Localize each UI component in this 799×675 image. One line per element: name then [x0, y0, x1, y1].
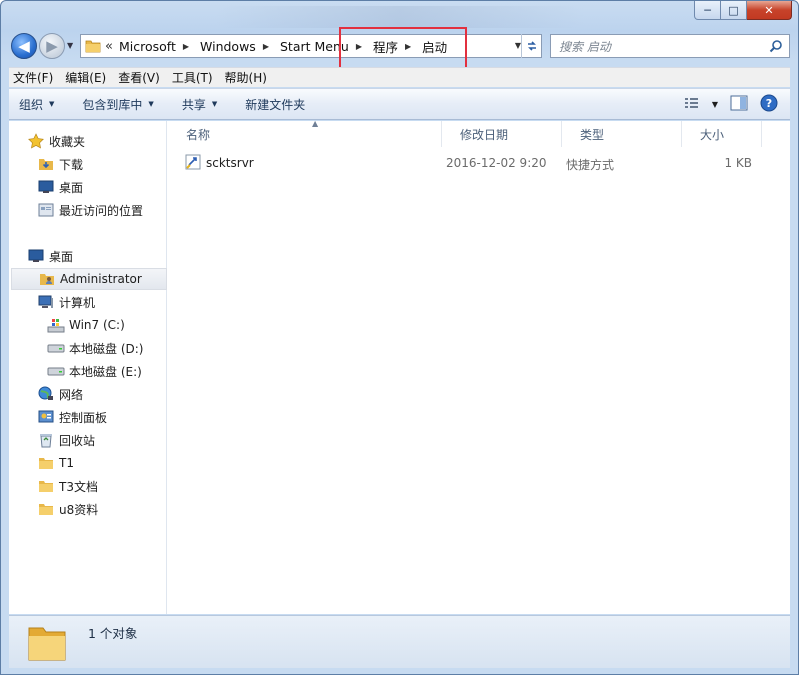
refresh-icon — [527, 41, 536, 51]
menu-file[interactable]: 文件(F) — [13, 69, 53, 86]
tree-recycle-bin[interactable]: 回收站 — [37, 429, 95, 451]
forward-button[interactable]: ▶ — [39, 33, 65, 59]
file-size: 1 KB — [724, 156, 752, 170]
file-type: 快捷方式 — [566, 158, 615, 172]
folder-icon — [37, 455, 55, 471]
file-name: scktsrvr — [206, 156, 254, 170]
folder-icon — [85, 38, 101, 54]
windows-drive-icon — [47, 317, 65, 333]
breadcrumb-overflow[interactable]: « — [105, 39, 113, 54]
desktop-icon — [37, 180, 55, 194]
desktop-icon — [27, 249, 45, 263]
hard-drive-icon — [47, 342, 65, 354]
folder-icon — [37, 478, 55, 494]
close-button[interactable]: ✕ — [747, 1, 792, 20]
menu-help[interactable]: 帮助(H) — [225, 69, 267, 86]
view-controls: ▼ ? — [672, 94, 778, 115]
minimize-button[interactable]: ─ — [694, 1, 721, 20]
details-pane: 1 个对象 — [9, 615, 790, 668]
tree-favorites[interactable]: 收藏夹 — [27, 130, 85, 152]
include-in-library-button[interactable]: 包含到库中 ▼ — [82, 96, 153, 113]
breadcrumb-arrow-icon[interactable]: ▶ — [356, 42, 362, 51]
menu-tools[interactable]: 工具(T) — [172, 69, 213, 86]
navigation-pane: 收藏夹 下载 桌面 最近访问的位置 桌面 Administrator 计算机 W… — [9, 121, 167, 614]
tree-drive-c[interactable]: Win7 (C:) — [47, 314, 125, 336]
control-panel-icon — [37, 409, 55, 425]
command-bar: 组织 ▼ 包含到库中 ▼ 共享 ▼ 新建文件夹 ▼ ? — [9, 88, 790, 120]
tree-computer[interactable]: 计算机 — [37, 291, 95, 313]
breadcrumb-arrow-icon[interactable]: ▶ — [405, 42, 411, 51]
tree-recent-places[interactable]: 最近访问的位置 — [37, 199, 143, 221]
tree-control-panel[interactable]: 控制面板 — [37, 406, 107, 428]
tree-folder-t1[interactable]: T1 — [37, 452, 74, 474]
column-header-type[interactable]: 类型 — [562, 121, 682, 147]
explorer-window: ─ □ ✕ ◀ ▶ ▼ « Microsoft ▶ Windows ▶ Start … — [0, 0, 799, 675]
tree-drive-e[interactable]: 本地磁盘 (E:) — [47, 360, 142, 382]
hard-drive-icon — [47, 365, 65, 377]
content-area: 收藏夹 下载 桌面 最近访问的位置 桌面 Administrator 计算机 W… — [9, 119, 790, 614]
user-folder-icon — [38, 271, 56, 287]
breadcrumb-item[interactable]: Microsoft ▶ — [119, 39, 196, 54]
search-placeholder: 搜索 启动 — [559, 39, 611, 54]
search-icon[interactable] — [769, 39, 783, 56]
share-button[interactable]: 共享 ▼ — [182, 96, 217, 113]
breadcrumb-item[interactable]: 程序 ▶ — [373, 37, 418, 56]
title-bar-blurred — [215, 6, 585, 28]
navigation-row: ◀ ▶ ▼ « Microsoft ▶ Windows ▶ Start Menu ▶ … — [1, 29, 798, 65]
star-icon — [27, 133, 45, 149]
tree-network[interactable]: 网络 — [37, 383, 83, 405]
recent-places-icon — [37, 202, 55, 218]
chevron-down-icon[interactable]: ▼ — [712, 100, 718, 109]
chevron-down-icon: ▼ — [211, 100, 218, 108]
svg-text:?: ? — [766, 97, 772, 110]
large-folder-icon — [25, 620, 69, 667]
column-header-size[interactable]: 大小 — [682, 121, 762, 147]
shortcut-icon — [184, 153, 202, 174]
column-header-name[interactable]: 名称 — [168, 121, 442, 147]
recent-pages-dropdown-icon[interactable]: ▼ — [67, 41, 73, 50]
breadcrumb-item[interactable]: Windows ▶ — [200, 39, 276, 54]
tree-administrator[interactable]: Administrator — [11, 268, 167, 290]
tree-drive-d[interactable]: 本地磁盘 (D:) — [47, 337, 143, 359]
file-date: 2016-12-02 9:20 — [446, 156, 547, 170]
address-bar[interactable]: « Microsoft ▶ Windows ▶ Start Menu ▶ 程序 ▶ 启动… — [80, 34, 542, 58]
caption-buttons: ─ □ ✕ — [694, 1, 792, 20]
downloads-folder-icon — [37, 156, 55, 172]
chevron-down-icon: ▼ — [49, 100, 55, 108]
breadcrumb-item-current[interactable]: 启动 — [422, 37, 447, 56]
tree-desktop-fav[interactable]: 桌面 — [37, 176, 83, 198]
tree-desktop[interactable]: 桌面 — [27, 245, 73, 267]
search-input[interactable]: 搜索 启动 — [550, 34, 790, 58]
help-icon[interactable]: ? — [760, 94, 778, 115]
back-button[interactable]: ◀ — [11, 33, 37, 59]
view-options-icon[interactable] — [684, 96, 700, 113]
menu-bar: 文件(F) 编辑(E) 查看(V) 工具(T) 帮助(H) — [9, 67, 790, 87]
tree-downloads[interactable]: 下载 — [37, 153, 83, 175]
menu-edit[interactable]: 编辑(E) — [65, 69, 106, 86]
folder-icon — [37, 501, 55, 517]
breadcrumb-arrow-icon[interactable]: ▶ — [183, 42, 189, 51]
status-text: 1 个对象 — [88, 626, 138, 641]
new-folder-button[interactable]: 新建文件夹 — [245, 96, 305, 113]
network-icon — [37, 386, 55, 402]
breadcrumb-item[interactable]: Start Menu ▶ — [280, 39, 369, 54]
menu-view[interactable]: 查看(V) — [118, 69, 160, 86]
preview-pane-icon[interactable] — [730, 95, 748, 114]
table-row[interactable]: scktsrvr 2016-12-02 9:20 快捷方式 1 KB — [180, 151, 760, 177]
breadcrumb-arrow-icon[interactable]: ▶ — [263, 42, 269, 51]
tree-folder-u8[interactable]: u8资料 — [37, 498, 98, 520]
recycle-bin-icon — [37, 432, 55, 448]
refresh-button[interactable] — [521, 34, 541, 58]
computer-icon — [37, 294, 55, 310]
organize-button[interactable]: 组织 ▼ — [19, 96, 54, 113]
chevron-down-icon: ▼ — [148, 100, 154, 108]
file-list: ▲ 名称 修改日期 类型 大小 scktsrvr 2016-12-02 9:20… — [168, 119, 790, 614]
column-header-date[interactable]: 修改日期 — [442, 121, 562, 147]
tree-folder-t3[interactable]: T3文档 — [37, 475, 98, 497]
maximize-button[interactable]: □ — [721, 1, 747, 20]
